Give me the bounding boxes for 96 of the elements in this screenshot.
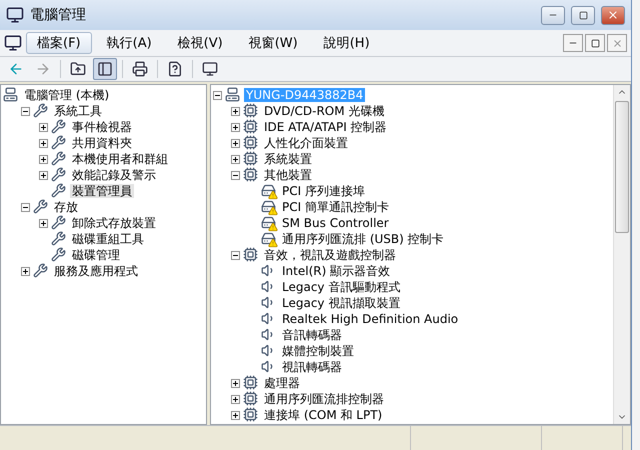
expand-toggle[interactable] (213, 90, 222, 100)
expand-toggle[interactable] (231, 378, 240, 388)
restore-button[interactable] (585, 34, 606, 52)
close-icon (612, 38, 623, 48)
tree-item[interactable]: Legacy 音訊驅動程式 (280, 280, 402, 294)
device-icon (243, 247, 259, 263)
tree-item[interactable]: 連接埠 (COM 和 LPT) (262, 408, 384, 422)
expand-toggle[interactable] (21, 202, 30, 212)
tree-item[interactable]: 音效，視訊及遊戲控制器 (262, 248, 398, 262)
expand-toggle[interactable] (231, 106, 240, 116)
monitor-icon (202, 61, 218, 77)
tree-item[interactable]: Intel(R) 顯示器音效 (280, 264, 392, 278)
computer-icon (6, 6, 24, 24)
device-icon (51, 167, 67, 183)
tree-item[interactable]: 服務及應用程式 (52, 264, 140, 278)
menu-item[interactable]: 檢視(V) (166, 32, 234, 54)
device-icon (3, 87, 19, 103)
printer-icon (132, 61, 148, 77)
expand-toggle[interactable] (21, 106, 30, 116)
device-icon (51, 215, 67, 231)
tree-item[interactable]: 處理器 (262, 376, 302, 390)
minimize-button[interactable] (541, 6, 566, 24)
tree-item[interactable]: 通用序列匯流排 (USB) 控制卡 (280, 232, 446, 246)
tree-item[interactable]: 音訊轉碼器 (280, 328, 344, 342)
menu-item[interactable]: 視窗(W) (238, 32, 309, 54)
device-icon (243, 135, 259, 151)
device-icon (243, 375, 259, 391)
device-icon (51, 135, 67, 151)
scrollbar-thumb[interactable] (615, 101, 630, 233)
tree-item[interactable]: 事件檢視器 (70, 120, 134, 134)
device-icon (33, 199, 49, 215)
expand-toggle[interactable] (39, 218, 48, 228)
expand-toggle[interactable] (231, 170, 240, 180)
expand-toggle[interactable] (231, 138, 240, 148)
tree-item[interactable]: 裝置管理員 (70, 184, 134, 198)
menu-item[interactable]: 執行(A) (96, 32, 163, 54)
device-icon (33, 263, 49, 279)
device-icon (243, 167, 259, 183)
device-icon (243, 391, 259, 407)
expand-toggle[interactable] (39, 154, 48, 164)
device-icon (243, 407, 259, 423)
tree-item[interactable]: 系統工具 (52, 104, 104, 118)
tree-item[interactable]: IDE ATA/ATAPI 控制器 (262, 120, 389, 134)
tree-item[interactable]: 磁碟重組工具 (70, 232, 146, 246)
expand-toggle[interactable] (231, 250, 240, 260)
tree-item[interactable]: 卸除式存放裝置 (70, 216, 158, 230)
help-icon (167, 61, 183, 77)
tree-item[interactable]: Realtek High Definition Audio (280, 312, 460, 326)
device-icon (225, 87, 241, 103)
tree-item[interactable]: SM Bus Controller (280, 216, 391, 230)
expand-toggle[interactable] (39, 138, 48, 148)
device-icon (51, 231, 67, 247)
device-icon (243, 151, 259, 167)
tree-item[interactable]: 通用序列匯流排控制器 (262, 392, 386, 406)
expand-toggle[interactable] (231, 122, 240, 132)
device-icon (51, 151, 67, 167)
expand-toggle[interactable] (39, 170, 48, 180)
expand-toggle[interactable] (231, 154, 240, 164)
expand-toggle[interactable] (39, 122, 48, 132)
window-title: 電腦管理 (30, 6, 87, 24)
tree-item[interactable]: 磁碟管理 (70, 248, 122, 262)
tree-item[interactable]: 效能記錄及警示 (70, 168, 158, 182)
device-icon (51, 119, 67, 135)
computer-icon (4, 34, 22, 52)
tree-item[interactable]: 存放 (52, 200, 80, 214)
device-icon (33, 103, 49, 119)
tree-item[interactable]: 共用資料夾 (70, 136, 134, 150)
panel-icon (97, 61, 113, 77)
device-icon (51, 183, 67, 199)
folder-up-icon (70, 61, 86, 77)
device-icon (51, 247, 67, 263)
expand-toggle[interactable] (21, 266, 30, 276)
menu-item[interactable]: 說明(H) (312, 32, 381, 54)
maximize-button[interactable] (571, 6, 596, 24)
close-button[interactable] (601, 6, 626, 24)
tree-item[interactable]: PCI 序列連接埠 (280, 184, 367, 198)
tree-item[interactable]: DVD/CD-ROM 光碟機 (262, 104, 386, 118)
tree-item[interactable]: 人性化介面裝置 (262, 136, 350, 150)
scrollbar[interactable] (613, 85, 630, 424)
device-icon (243, 119, 259, 135)
device-icon (243, 103, 259, 119)
expand-toggle[interactable] (231, 394, 240, 404)
tree-item[interactable]: 系統裝置 (262, 152, 314, 166)
tree-item[interactable]: PCI 簡單通訊控制卡 (280, 200, 391, 214)
restore-icon (590, 38, 600, 48)
tree-item[interactable]: 其他裝置 (262, 168, 314, 182)
tree-item[interactable]: 視訊轉碼器 (280, 360, 344, 374)
tree-item[interactable]: 媒體控制裝置 (280, 344, 356, 358)
tree-item[interactable]: 電腦管理 (本機) (22, 88, 112, 102)
tree-button[interactable] (93, 58, 117, 80)
tree-item[interactable]: Legacy 視訊擷取裝置 (280, 296, 402, 310)
expand-toggle[interactable] (231, 410, 240, 420)
maximize-icon (578, 10, 588, 20)
menu-item[interactable]: 檔案(F) (26, 32, 92, 54)
tree-item[interactable]: 本機使用者和群組 (70, 152, 170, 166)
close-icon (607, 9, 620, 21)
